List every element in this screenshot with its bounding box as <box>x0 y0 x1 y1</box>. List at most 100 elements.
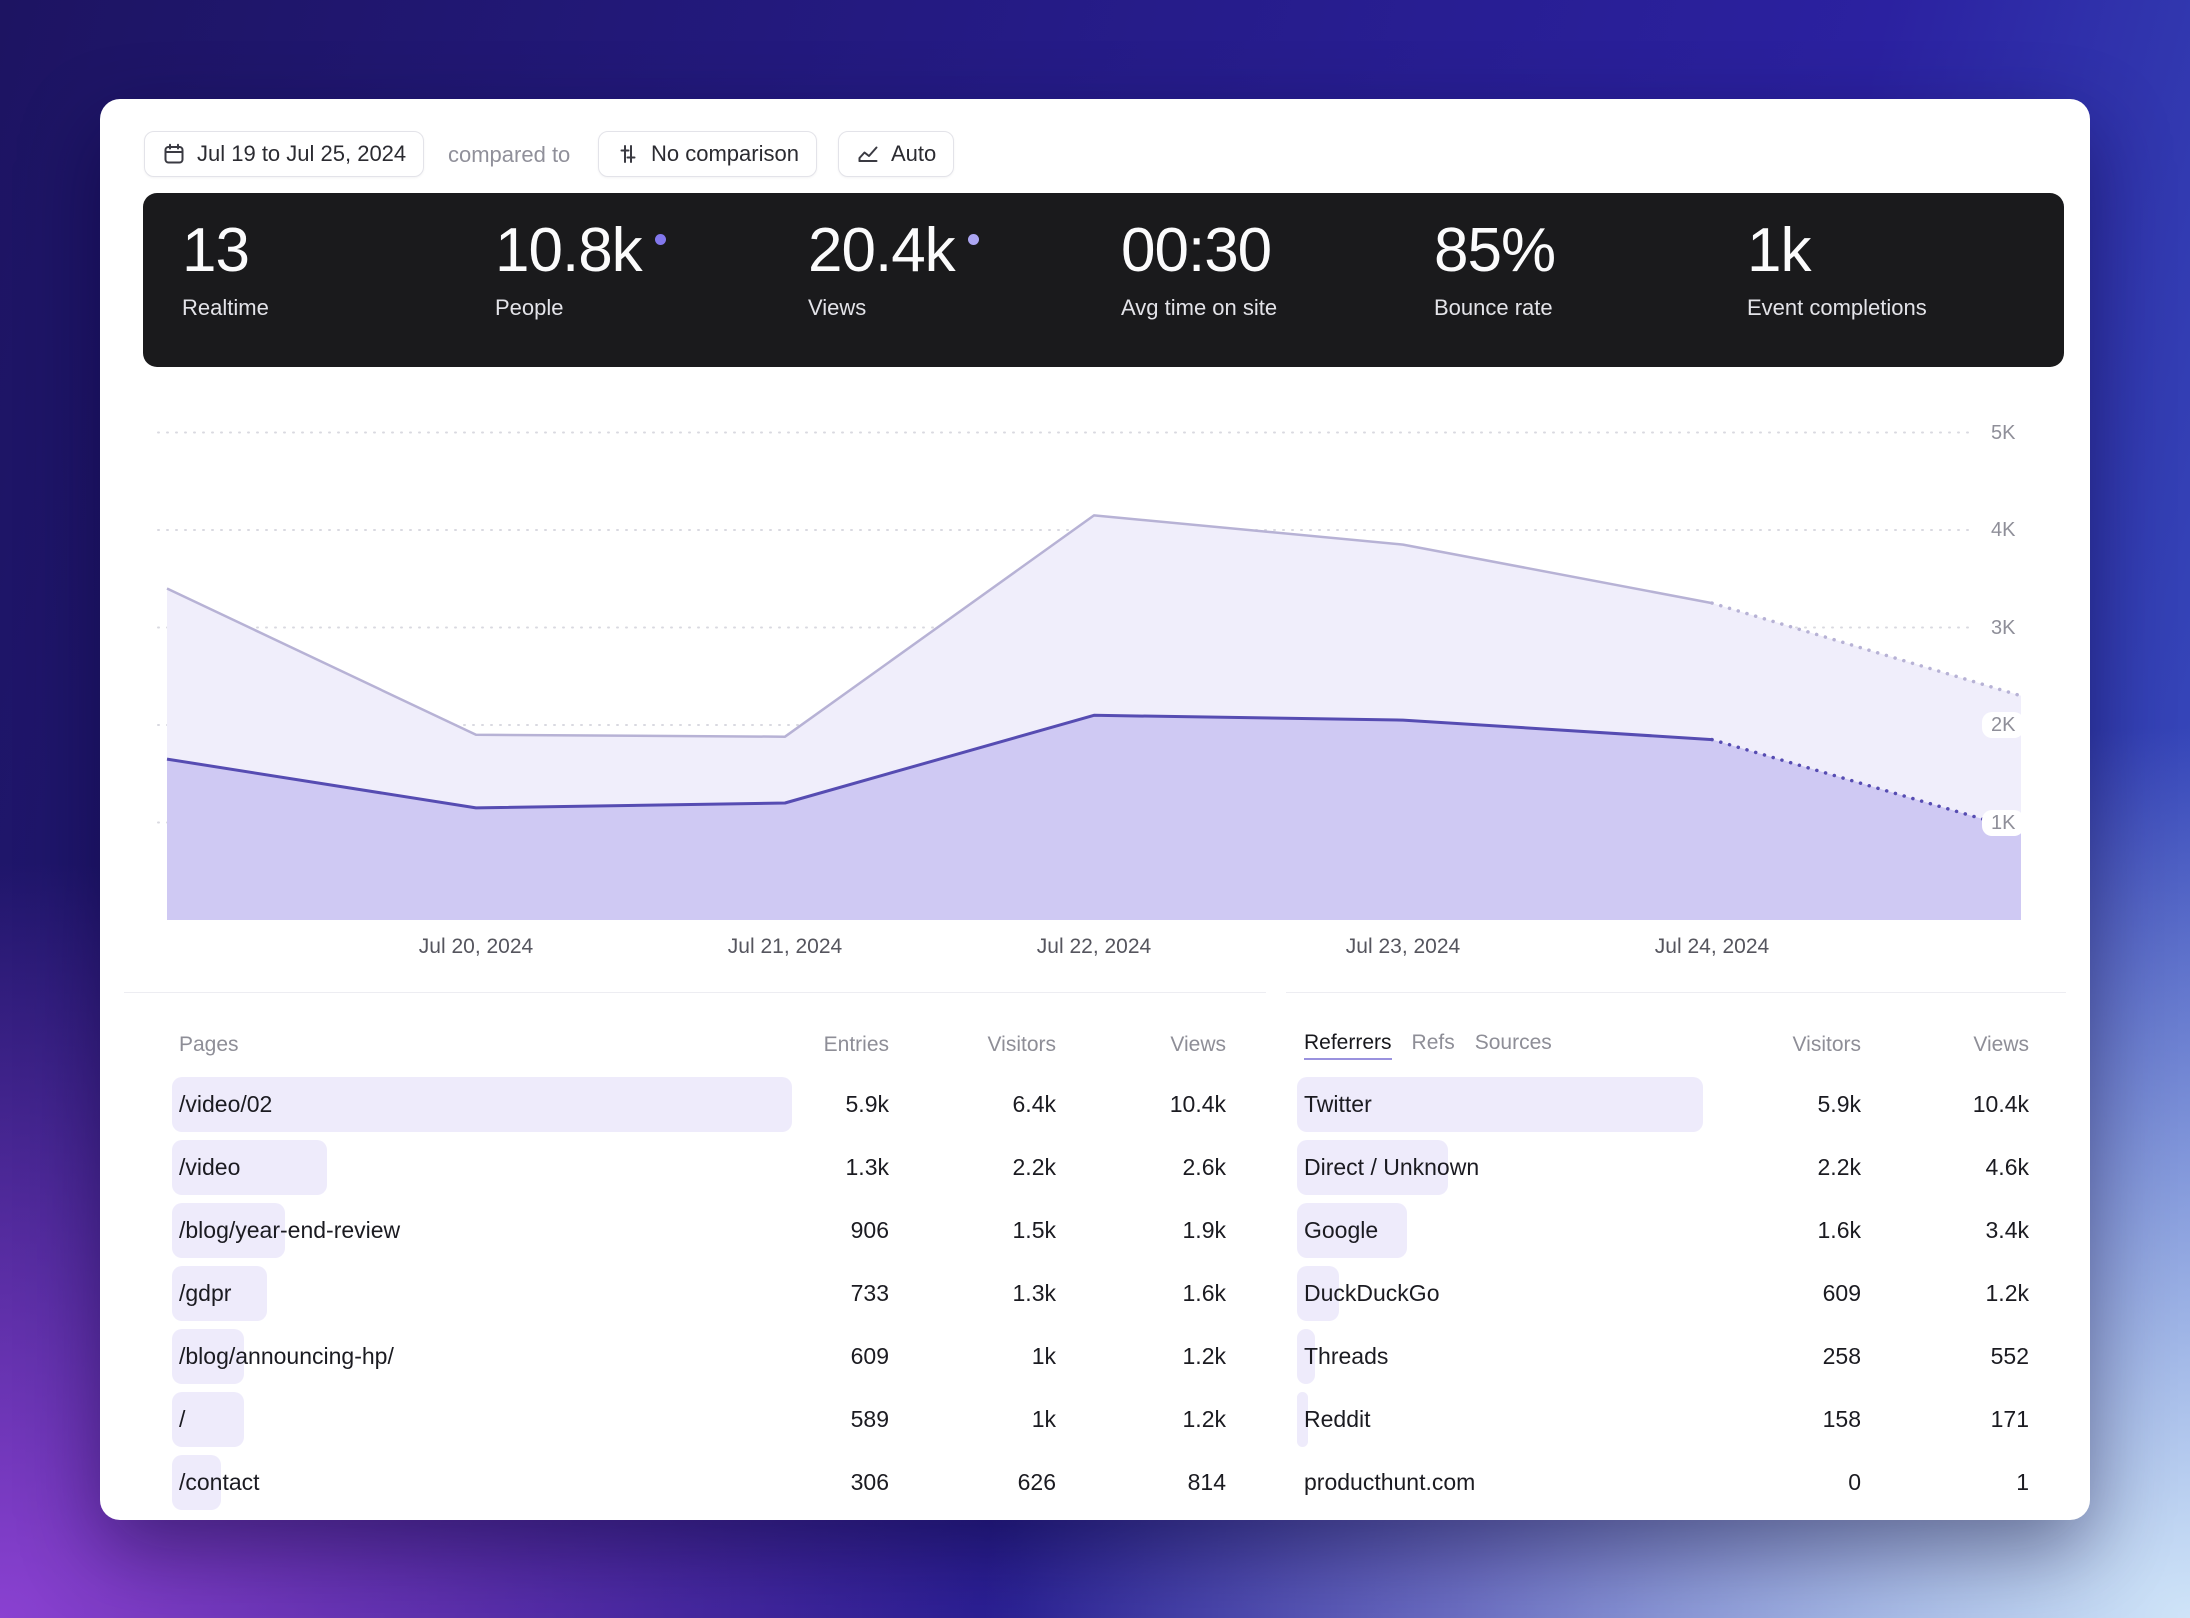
x-axis-label: Jul 24, 2024 <box>1655 935 1769 959</box>
stat-label: Bounce rate <box>1434 295 1747 321</box>
stat-avg-time-on-site: 00:30Avg time on site <box>1121 193 1434 321</box>
referrers-tabs: Referrers Refs Sources <box>1304 1031 1691 1060</box>
page-background: { "toolbar": { "date_range": "Jul 19 to … <box>0 0 2190 1618</box>
row-label: DuckDuckGo <box>1304 1280 1439 1306</box>
row-entries: 733 <box>719 1280 889 1307</box>
table-row[interactable]: /video/025.9k6.4k10.4k <box>124 1073 1266 1136</box>
row-visitors: 5.9k <box>1691 1091 1861 1118</box>
interval-label: Auto <box>891 141 936 167</box>
area-chart-svg <box>120 395 2070 995</box>
column-header-views: Views <box>1056 1033 1226 1057</box>
stat-realtime: 13Realtime <box>182 193 495 321</box>
row-visitors: 609 <box>1691 1280 1861 1307</box>
column-header-entries: Entries <box>719 1033 889 1057</box>
stat-event-completions: 1k Event completions <box>1747 193 2060 321</box>
table-row[interactable]: /5891k1.2k <box>124 1388 1266 1451</box>
referrers-panel: Referrers Refs Sources VisitorsViews Twitter… <box>1286 992 2066 1520</box>
row-visitors: 1.6k <box>1691 1217 1861 1244</box>
row-entries: 609 <box>719 1343 889 1370</box>
row-label: Reddit <box>1304 1406 1370 1432</box>
date-range-label: Jul 19 to Jul 25, 2024 <box>197 141 406 167</box>
x-axis-label: Jul 23, 2024 <box>1346 935 1460 959</box>
column-header-views: Views <box>1861 1033 2029 1057</box>
date-range-button[interactable]: Jul 19 to Jul 25, 2024 <box>144 131 424 177</box>
row-views: 4.6k <box>1861 1154 2029 1181</box>
row-views: 1.2k <box>1056 1343 1226 1370</box>
interval-button[interactable]: Auto <box>838 131 954 177</box>
row-visitors: 1.5k <box>889 1217 1056 1244</box>
stat-people: 10.8k People <box>495 193 808 321</box>
table-rows: Twitter5.9k10.4k Direct / Unknown 2.2k4.6k… <box>1286 1073 2066 1514</box>
table-row[interactable]: /contact306626814 <box>124 1451 1266 1514</box>
series-color-dot <box>968 234 979 245</box>
table-header: Referrers Refs Sources VisitorsViews <box>1286 1029 2066 1061</box>
table-row[interactable]: Reddit 158171 <box>1286 1388 2066 1451</box>
stat-label: Views <box>808 295 1121 321</box>
row-visitors: 2.2k <box>1691 1154 1861 1181</box>
y-axis-label: 1K <box>1982 810 2024 836</box>
row-views: 2.6k <box>1056 1154 1226 1181</box>
row-views: 814 <box>1056 1469 1226 1496</box>
y-axis-label: 4K <box>1982 517 2024 543</box>
row-label: /video/02 <box>179 1091 272 1117</box>
row-visitors: 158 <box>1691 1406 1861 1433</box>
stat-value: 1k <box>1747 217 1810 285</box>
comparison-label: No comparison <box>651 141 799 167</box>
x-axis-label: Jul 21, 2024 <box>728 935 842 959</box>
row-label: Threads <box>1304 1343 1388 1369</box>
table-header: PagesEntriesVisitorsViews <box>124 1029 1266 1061</box>
table-row[interactable]: producthunt.com01 <box>1286 1451 2066 1514</box>
row-entries: 589 <box>719 1406 889 1433</box>
table-row[interactable]: /video1.3k2.2k2.6k <box>124 1136 1266 1199</box>
stat-bounce-rate: 85%Bounce rate <box>1434 193 1747 321</box>
table-row[interactable]: Direct / Unknown 2.2k4.6k <box>1286 1136 2066 1199</box>
row-views: 1 <box>1861 1469 2029 1496</box>
row-visitors: 1k <box>889 1343 1056 1370</box>
row-views: 171 <box>1861 1406 2029 1433</box>
row-views: 552 <box>1861 1343 2029 1370</box>
row-views: 1.2k <box>1056 1406 1226 1433</box>
row-label: /contact <box>179 1469 260 1495</box>
row-label: /blog/announcing-hp/ <box>179 1343 394 1369</box>
row-label: /blog/year-end-review <box>179 1217 400 1243</box>
stat-label: Event completions <box>1747 295 2060 321</box>
x-axis-label: Jul 22, 2024 <box>1037 935 1151 959</box>
stat-label: People <box>495 295 808 321</box>
row-entries: 306 <box>719 1469 889 1496</box>
line-chart-icon <box>856 142 880 166</box>
table-title: Pages <box>179 1033 719 1057</box>
table-row[interactable]: /gdpr7331.3k1.6k <box>124 1262 1266 1325</box>
compared-to-label: compared to <box>448 142 570 168</box>
row-views: 10.4k <box>1056 1091 1226 1118</box>
row-views: 1.2k <box>1861 1280 2029 1307</box>
table-row[interactable]: Threads258552 <box>1286 1325 2066 1388</box>
column-header-visitors: Visitors <box>1691 1033 1861 1057</box>
tab-referrers[interactable]: Referrers <box>1304 1031 1392 1060</box>
tab-sources[interactable]: Sources <box>1475 1031 1552 1055</box>
comparison-button[interactable]: No comparison <box>598 131 817 177</box>
row-entries: 1.3k <box>719 1154 889 1181</box>
table-row[interactable]: /blog/announcing-hp/6091k1.2k <box>124 1325 1266 1388</box>
row-views: 1.9k <box>1056 1217 1226 1244</box>
column-header-visitors: Visitors <box>889 1033 1056 1057</box>
stat-value: 00:30 <box>1121 217 1271 285</box>
y-axis-label: 3K <box>1982 615 2024 641</box>
row-label: Direct / Unknown <box>1304 1154 1479 1180</box>
table-row[interactable]: DuckDuckGo 6091.2k <box>1286 1262 2066 1325</box>
row-visitors: 6.4k <box>889 1091 1056 1118</box>
row-views: 3.4k <box>1861 1217 2029 1244</box>
row-visitors: 0 <box>1691 1469 1861 1496</box>
traffic-chart: 1K2K3K4K5KJul 20, 2024Jul 21, 2024Jul 22… <box>120 395 2070 995</box>
row-views: 10.4k <box>1861 1091 2029 1118</box>
row-visitors: 2.2k <box>889 1154 1056 1181</box>
table-row[interactable]: /blog/year-end-review9061.5k1.9k <box>124 1199 1266 1262</box>
row-label: /gdpr <box>179 1280 231 1306</box>
stat-value: 13 <box>182 217 249 285</box>
dashboard-card: Jul 19 to Jul 25, 2024 compared to No co… <box>100 99 2090 1520</box>
table-row[interactable]: Google1.6k3.4k <box>1286 1199 2066 1262</box>
row-label: / <box>179 1406 185 1432</box>
stat-views: 20.4kViews <box>808 193 1121 321</box>
table-row[interactable]: Twitter5.9k10.4k <box>1286 1073 2066 1136</box>
tab-refs[interactable]: Refs <box>1412 1031 1455 1055</box>
stat-value: 10.8k <box>495 217 642 285</box>
